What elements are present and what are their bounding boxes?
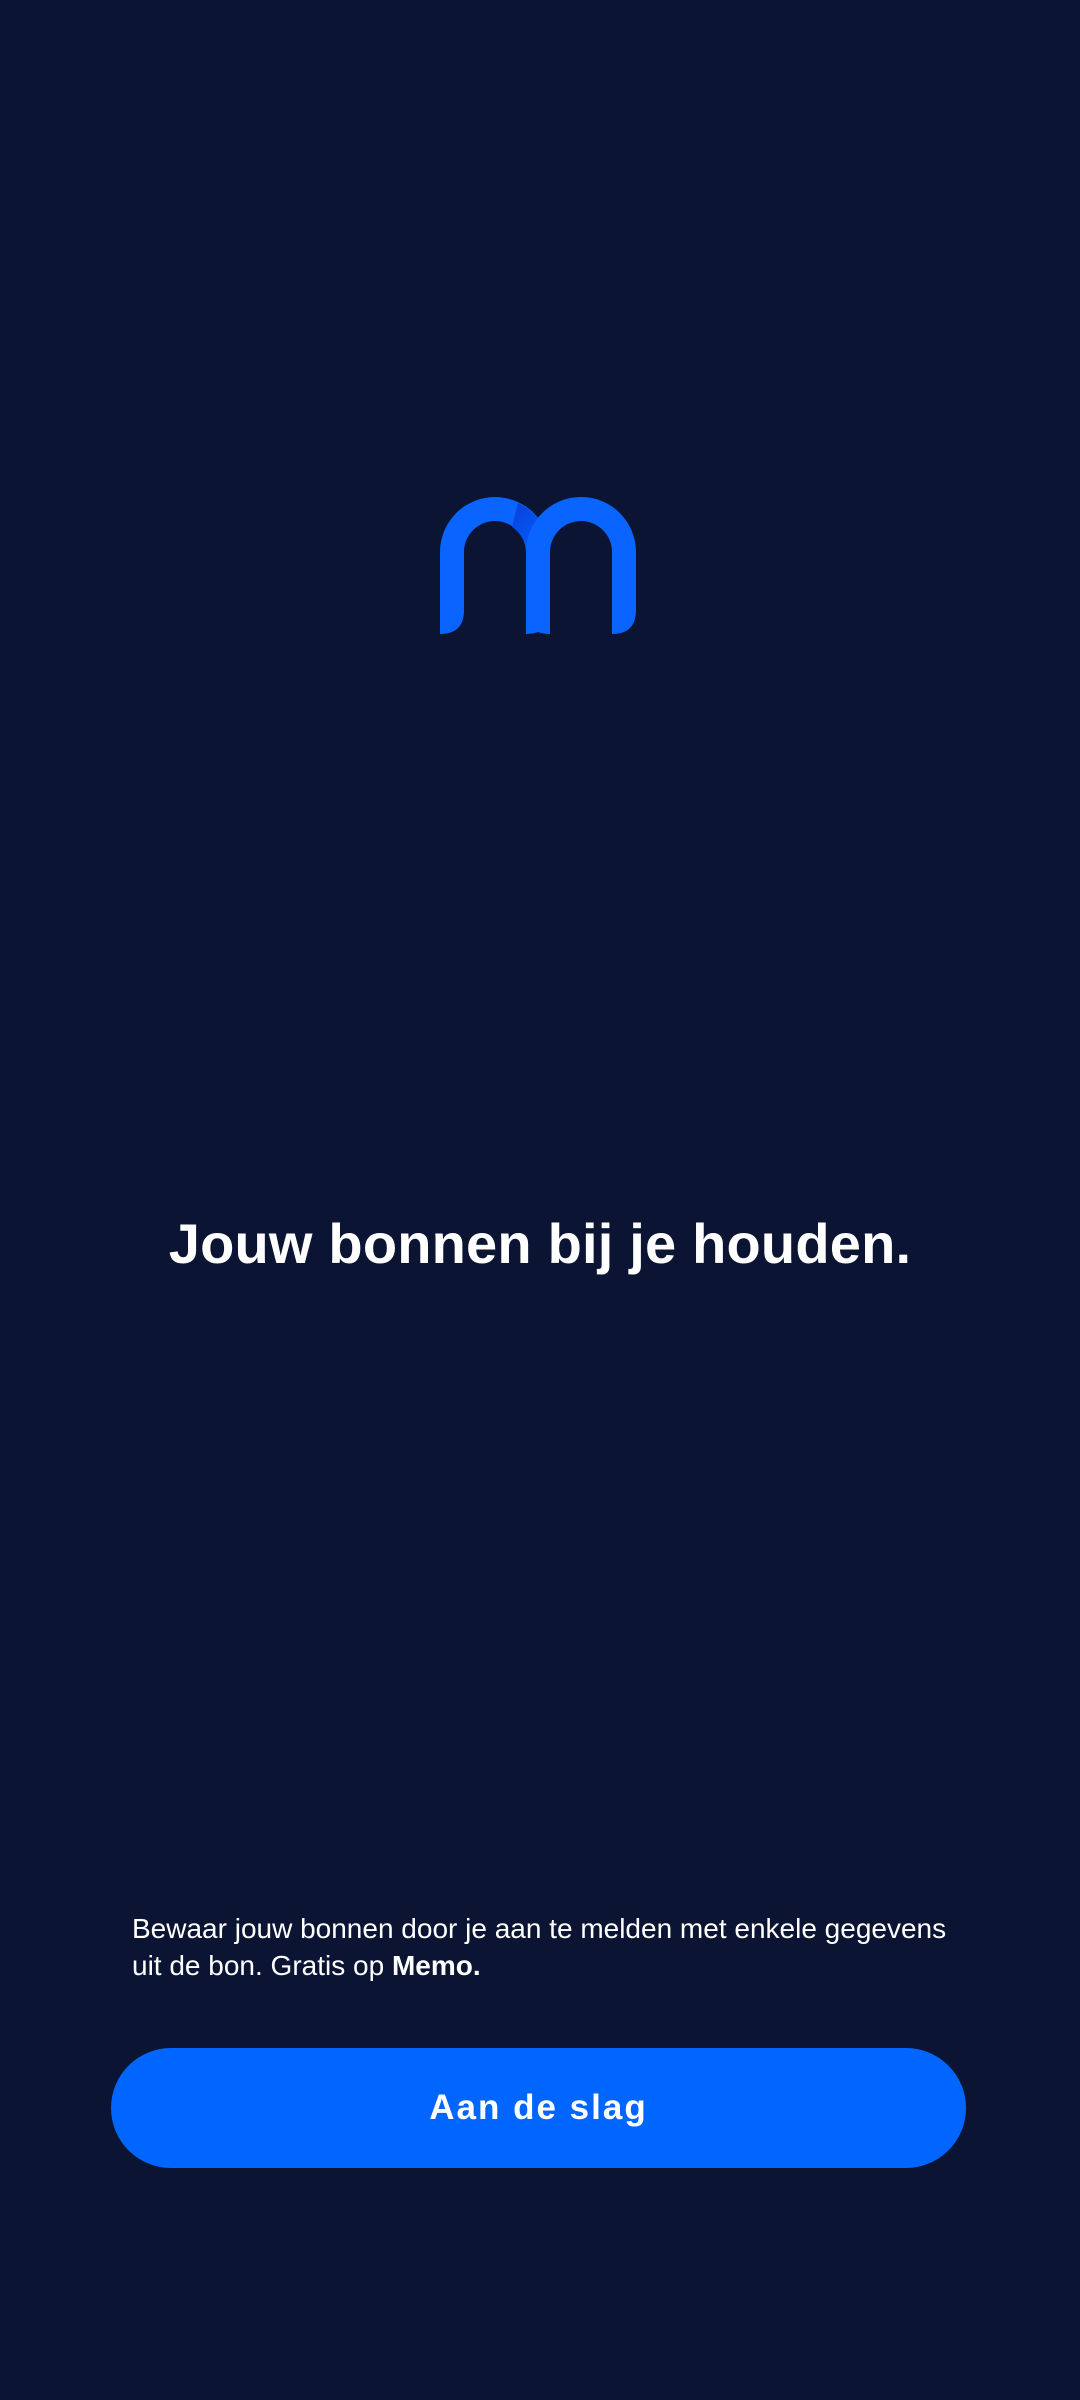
brand-name: Memo.: [391, 1950, 481, 1981]
get-started-button[interactable]: Aan de slag: [111, 2048, 966, 2168]
memo-logo-icon: [440, 497, 636, 634]
description: Bewaar jouw bonnen door je aan te melden…: [132, 1910, 948, 1984]
welcome-screen: Jouw bonnen bij je houden. Bewaar jouw b…: [0, 0, 1080, 2400]
description-text: Bewaar jouw bonnen door je aan te melden…: [132, 1913, 947, 1981]
headline: Jouw bonnen bij je houden.: [168, 1212, 912, 1275]
